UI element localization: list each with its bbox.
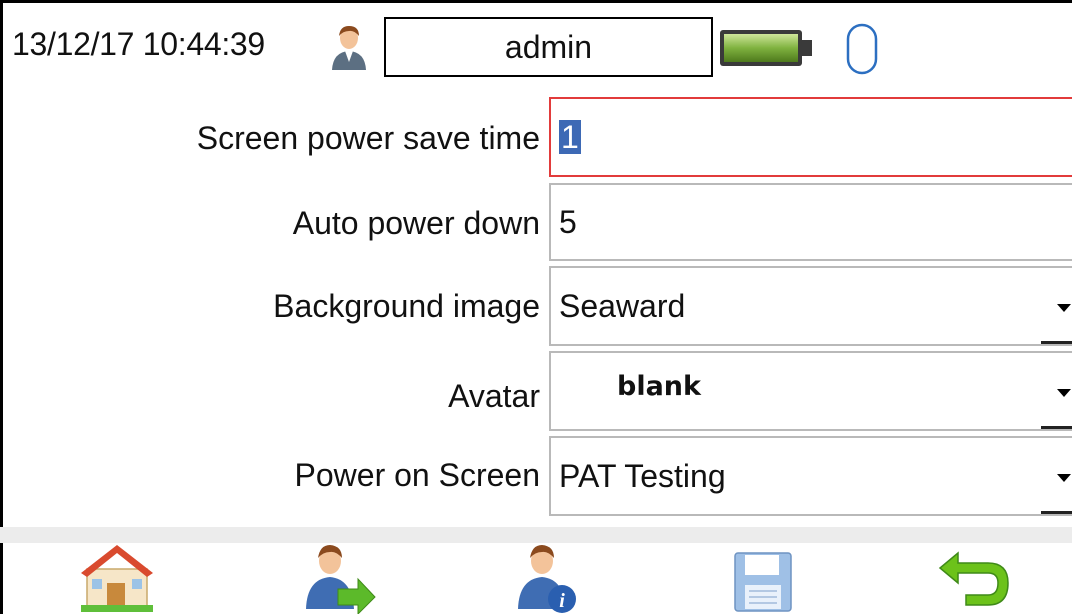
power-on-screen-select[interactable]: PAT Testing [549, 436, 1072, 516]
screen-power-save-input[interactable]: 1 [549, 97, 1072, 177]
back-icon[interactable] [938, 543, 1014, 614]
user-export-icon[interactable] [300, 543, 376, 614]
home-icon[interactable] [79, 543, 155, 614]
chevron-down-icon[interactable] [1057, 304, 1071, 312]
background-image-select[interactable]: Seaward [549, 266, 1072, 346]
setting-row-background-image: Background image Seaward [0, 266, 1072, 346]
chevron-down-icon[interactable] [1057, 389, 1071, 397]
svg-text:i: i [559, 590, 565, 612]
setting-row-screen-power-save: Screen power save time 1 [0, 97, 1072, 177]
status-bar: 13/12/17 10:44:39 admin [0, 0, 1072, 88]
power-on-screen-value: PAT Testing [559, 457, 726, 494]
avatar-value: blank [617, 371, 701, 402]
setting-row-power-on-screen: Power on Screen PAT Testing [0, 436, 1072, 516]
setting-row-auto-power-down: Auto power down 5 [0, 183, 1072, 261]
auto-power-down-value: 5 [559, 203, 577, 240]
save-icon[interactable] [727, 543, 803, 614]
datetime-display: 13/12/17 10:44:39 [12, 26, 265, 62]
dropdown-base-line [1041, 511, 1072, 514]
battery-icon [720, 30, 812, 66]
toolbar-separator [0, 527, 1072, 543]
username-text: admin [504, 28, 593, 65]
user-avatar-icon [332, 26, 366, 70]
auto-power-down-label: Auto power down [292, 205, 540, 241]
chevron-down-icon[interactable] [1057, 474, 1071, 482]
setting-row-avatar: Avatar blank [0, 351, 1072, 431]
screen-power-save-label: Screen power save time [196, 120, 540, 156]
auto-power-down-input[interactable]: 5 [549, 183, 1072, 261]
dropdown-base-line [1041, 426, 1072, 429]
power-on-screen-label: Power on Screen [294, 457, 540, 493]
screen-power-save-value: 1 [559, 119, 581, 155]
user-info-icon[interactable]: i [512, 543, 588, 614]
avatar-label: Avatar [448, 378, 540, 414]
background-image-value: Seaward [559, 287, 686, 324]
background-image-label: Background image [273, 288, 540, 324]
dropdown-base-line [1041, 341, 1072, 344]
mouse-icon [846, 23, 878, 75]
avatar-select[interactable]: blank [549, 351, 1072, 431]
username-display[interactable]: admin [384, 17, 713, 77]
